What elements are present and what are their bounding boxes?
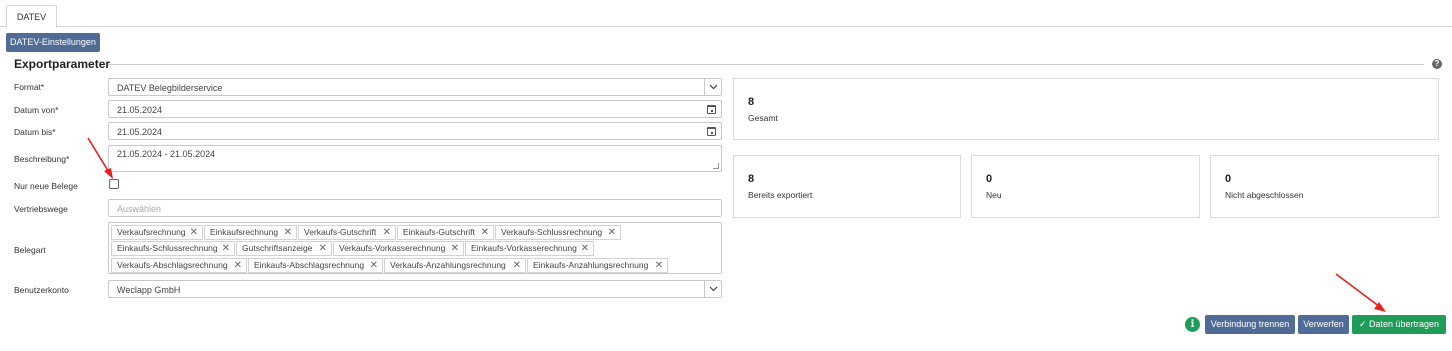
chip-einkaufs-vorkasserechnung: Einkaufs-Vorkasserechnung ✕ [465, 241, 594, 256]
datev-settings-button[interactable]: DATEV-Einstellungen [6, 33, 100, 52]
chevron-down-icon [709, 286, 718, 292]
chip-gutschriftsanzeige: Gutschriftsanzeige ✕ [236, 241, 332, 256]
stat-not-closed-label: Nicht abgeschlossen [1225, 190, 1304, 200]
stat-card-total: 8 Gesamt [733, 78, 1439, 140]
stat-new-label: Neu [986, 190, 1002, 200]
date-from-input[interactable]: 21.05.2024 [108, 100, 722, 118]
stat-new-value: 0 [986, 173, 993, 185]
remove-icon[interactable]: ✕ [581, 242, 589, 255]
description-value: 21.05.2024 - 21.05.2024 [117, 149, 216, 159]
date-from-value: 21.05.2024 [117, 105, 163, 115]
stat-total-value: 8 [748, 96, 755, 108]
chip-verkaufs-schlussrechnung: Verkaufs-Schlussrechnung ✕ [495, 225, 621, 240]
remove-icon[interactable]: ✕ [190, 226, 198, 239]
section-divider [108, 64, 1424, 65]
tab-bar: DATEV [0, 0, 1452, 28]
calendar-icon[interactable] [707, 105, 716, 114]
chip-verkaufs-abschlagsrechnung: Verkaufs-Abschlagsrechnung ✕ [111, 258, 247, 273]
chip-einkaufs-abschlagsrechnung: Einkaufs-Abschlagsrechnung ✕ [248, 258, 383, 273]
remove-icon[interactable]: ✕ [319, 242, 327, 255]
sales-channels-label: Vertriebswege [14, 204, 68, 214]
user-account-dropdown-toggle[interactable] [704, 281, 721, 297]
stat-not-closed-value: 0 [1225, 173, 1232, 185]
remove-icon[interactable]: ✕ [234, 259, 242, 272]
date-to-label: Datum bis* [14, 127, 56, 137]
chip-einkaufs-gutschrift: Einkaufs-Gutschrift ✕ [397, 225, 494, 240]
remove-icon[interactable]: ✕ [608, 226, 616, 239]
chip-einkaufs-anzahlungsrechnung: Einkaufs-Anzahlungsrechnung ✕ [527, 258, 668, 273]
stat-exported-value: 8 [748, 173, 755, 185]
help-icon[interactable]: ? [1432, 59, 1442, 69]
annotation-arrow-icon [1335, 273, 1386, 312]
disconnect-button[interactable]: Verbindung trennen [1205, 315, 1295, 334]
info-icon[interactable]: i [1185, 317, 1200, 332]
chip-verkaufs-gutschrift: Verkaufs-Gutschrift ✕ [298, 225, 396, 240]
chip-einkaufs-schlussrechnung: Einkaufs-Schlussrechnung ✕ [111, 241, 235, 256]
resize-handle[interactable] [713, 163, 719, 169]
document-types-label: Belegart [14, 245, 46, 255]
tab-datev[interactable]: DATEV [6, 5, 57, 28]
remove-icon[interactable]: ✕ [383, 226, 391, 239]
remove-icon[interactable]: ✕ [513, 259, 521, 272]
discard-button[interactable]: Verwerfen [1298, 315, 1349, 334]
chip-verkaufs-vorkasserechnung: Verkaufs-Vorkasserechnung ✕ [333, 241, 464, 256]
remove-icon[interactable]: ✕ [284, 226, 292, 239]
remove-icon[interactable]: ✕ [655, 259, 663, 272]
chip-einkaufsrechnung: Einkaufsrechnung ✕ [204, 225, 297, 240]
date-from-label: Datum von* [14, 105, 59, 115]
transfer-data-button[interactable]: ✓ Daten übertragen [1352, 315, 1446, 334]
date-to-input[interactable]: 21.05.2024 [108, 122, 722, 140]
format-select[interactable]: DATEV Belegbilderservice [108, 78, 722, 96]
format-dropdown-toggle[interactable] [704, 79, 721, 95]
format-value: DATEV Belegbilderservice [117, 83, 223, 93]
transfer-data-label: Daten übertragen [1369, 319, 1440, 329]
stat-card-not-closed: 0 Nicht abgeschlossen [1210, 155, 1439, 218]
date-to-value: 21.05.2024 [117, 127, 163, 137]
user-account-label: Benutzerkonto [14, 285, 69, 295]
calendar-icon[interactable] [707, 127, 716, 136]
stat-exported-label: Bereits exportiert [748, 190, 813, 200]
stat-total-label: Gesamt [748, 113, 778, 123]
check-icon: ✓ [1358, 319, 1367, 329]
remove-icon[interactable]: ✕ [481, 226, 489, 239]
sales-channels-placeholder: Auswählen [117, 204, 162, 214]
description-textarea[interactable]: 21.05.2024 - 21.05.2024 [108, 145, 722, 172]
section-title: Exportparameter [14, 57, 111, 71]
user-account-value: Weclapp GmbH [117, 285, 181, 295]
description-label: Beschreibung* [14, 154, 70, 164]
sales-channels-select[interactable]: Auswählen [108, 199, 722, 217]
chevron-down-icon [709, 84, 718, 90]
remove-icon[interactable]: ✕ [451, 242, 459, 255]
stat-card-new: 0 Neu [971, 155, 1200, 218]
only-new-label: Nur neue Belege [14, 181, 78, 191]
stat-card-exported: 8 Bereits exportiert [733, 155, 961, 218]
chip-verkaufs-anzahlungsrechnung: Verkaufs-Anzahlungsrechnung ✕ [384, 258, 526, 273]
annotation-arrow-icon [87, 137, 113, 179]
user-account-select[interactable]: Weclapp GmbH [108, 280, 722, 298]
chip-verkaufsrechnung: Verkaufsrechnung ✕ [111, 225, 203, 240]
remove-icon[interactable]: ✕ [222, 242, 230, 255]
remove-icon[interactable]: ✕ [370, 259, 378, 272]
format-label: Format* [14, 82, 45, 92]
document-types-multiselect[interactable]: Verkaufsrechnung ✕ Einkaufsrechnung ✕ Verk… [108, 222, 722, 274]
